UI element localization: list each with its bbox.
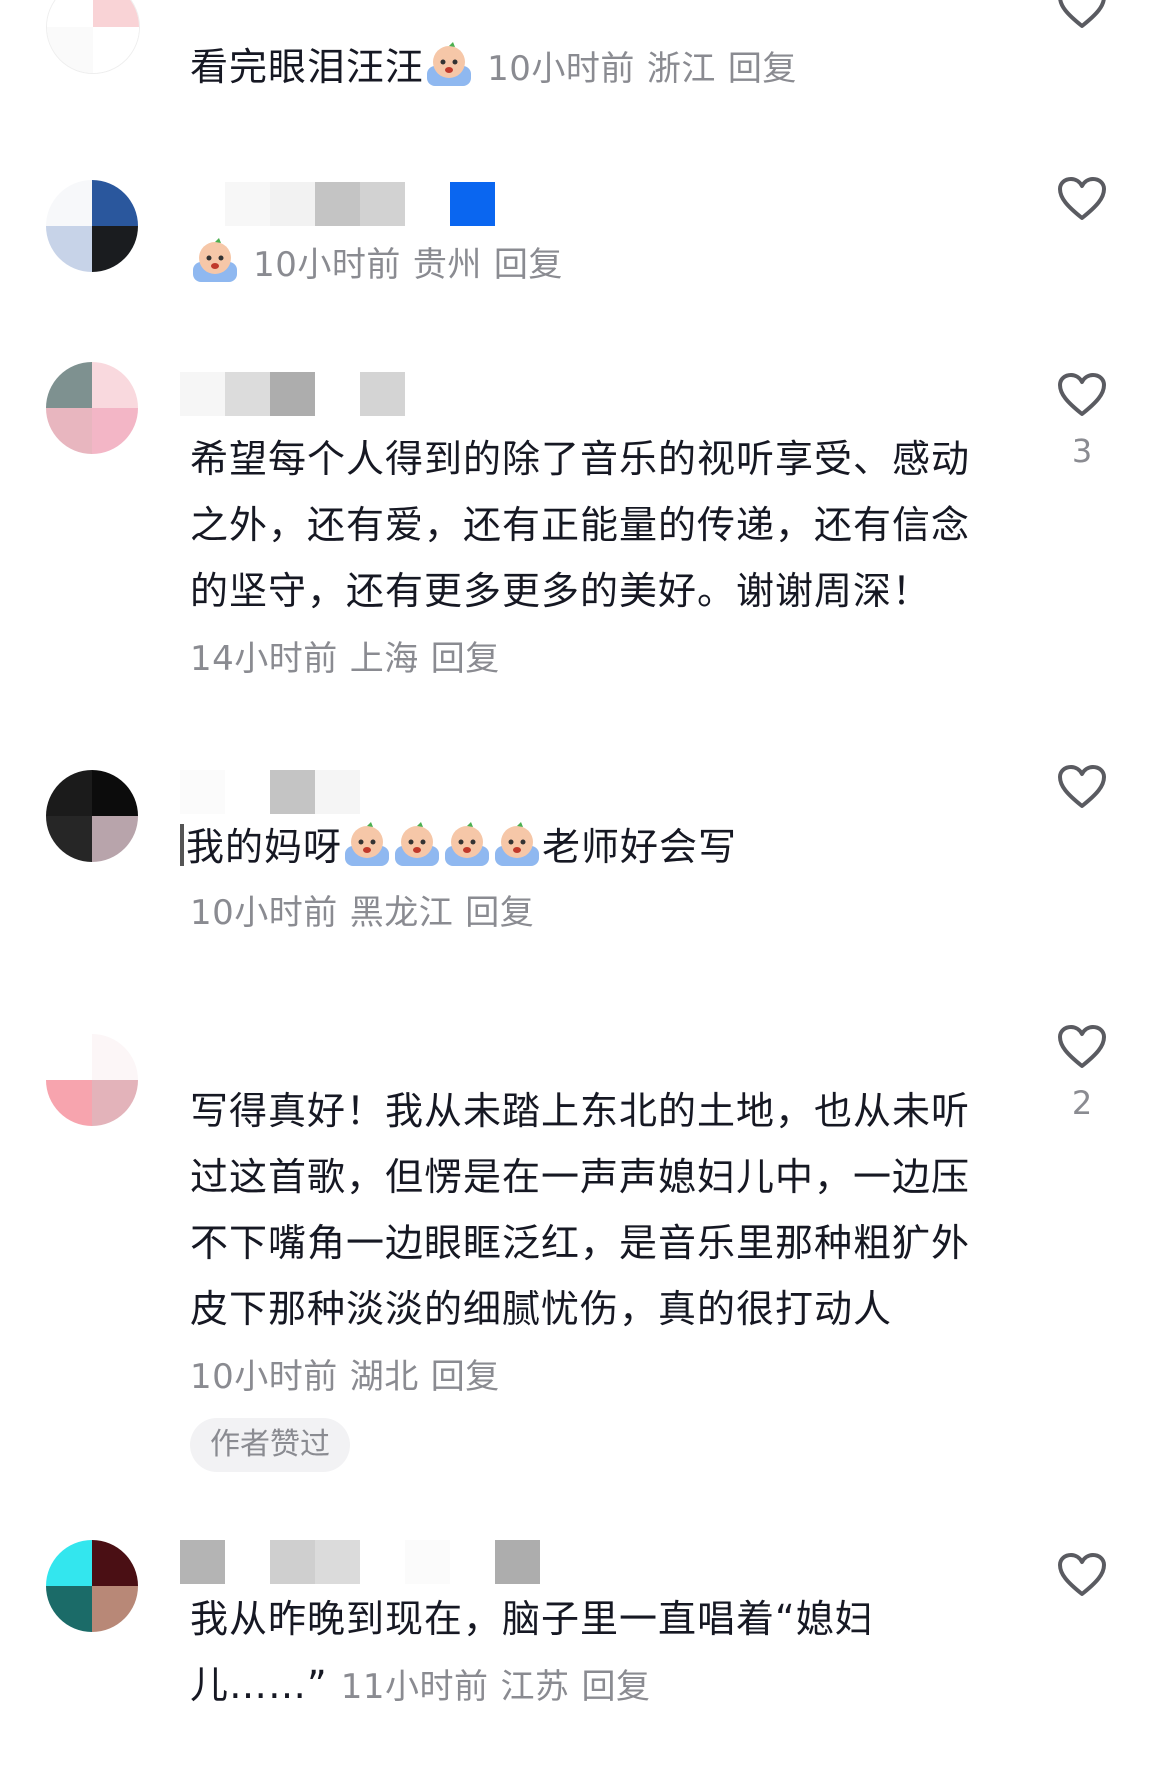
comment-time: 10小时前 [190,893,338,933]
crying-emoji-icon [191,236,239,284]
reply-button[interactable]: 回复 [431,1357,500,1397]
comment-body: 看完眼泪汪汪 [190,45,425,89]
comment-meta: 10小时前 浙江 回复 [487,49,797,89]
like-button[interactable]: 3 [1050,372,1114,470]
comment-location: 贵州 [412,245,482,285]
username-redacted[interactable] [180,1540,540,1584]
comment-text: 希望每个人得到的除了音乐的视听享受、感动之外，还有爱，还有正能量的传递，还有信念… [190,426,1005,692]
crying-emoji-icon [393,820,441,868]
avatar[interactable] [46,770,138,862]
username-redacted[interactable] [180,182,495,226]
crying-emoji-icon [443,820,491,868]
avatar[interactable] [46,180,138,272]
crying-emoji-icon [343,820,391,868]
heart-outline-icon [1058,373,1106,416]
username-redacted[interactable] [180,372,405,416]
comment-location: 江苏 [500,1667,570,1707]
comment-time: 10小时前 [190,1357,338,1397]
avatar[interactable] [46,0,140,74]
heart-outline-icon [1058,0,1106,28]
comment-location: 上海 [349,639,419,679]
like-button[interactable] [1050,176,1114,222]
like-button[interactable] [1050,0,1114,30]
comment-text: 看完眼泪汪汪 10小时前 浙江 回复 [190,34,1005,102]
comment-location: 浙江 [646,49,716,89]
like-button[interactable] [1050,764,1114,810]
comment-time: 10小时前 [253,245,401,285]
comment-body-start: 我的妈呀 [186,825,343,869]
comment-meta: 14小时前 上海 回复 [190,639,500,679]
comment-time: 10小时前 [487,49,635,89]
comment-text: 我的妈呀 老师好会写 10小时前 黑龙江 回复 [180,814,995,946]
heart-outline-icon [1058,765,1106,808]
crying-emoji-icon [425,40,473,88]
author-liked-badge: 作者赞过 [190,1418,350,1472]
heart-outline-icon [1058,1025,1106,1068]
comment-body: 写得真好！我从未踏上东北的土地，也从未听过这首歌，但愣是在一声声媳妇儿中，一边压… [190,1089,971,1331]
comment-body: 希望每个人得到的除了音乐的视听享受、感动之外，还有爱，还有正能量的传递，还有信念… [190,437,971,613]
like-count: 3 [1071,432,1093,470]
text-cursor [180,824,184,866]
reply-button[interactable]: 回复 [465,893,534,933]
comment-text: 写得真好！我从未踏上东北的土地，也从未听过这首歌，但愣是在一声声媳妇儿中，一边压… [190,1078,1005,1410]
comment-text: 我从昨晚到现在，脑子里一直唱着“媳妇儿……” 11小时前 江苏 回复 [190,1586,1005,1720]
avatar[interactable] [46,1034,138,1126]
comment-meta: 10小时前 贵州 回复 [253,245,563,285]
reply-button[interactable]: 回复 [494,245,563,285]
like-button[interactable]: 2 [1050,1024,1114,1122]
avatar[interactable] [46,362,138,454]
comment-meta: 11小时前 江苏 回复 [341,1667,651,1707]
comment-time: 14小时前 [190,639,338,679]
comment-meta: 10小时前 湖北 回复 [190,1357,500,1397]
comment-text: 10小时前 贵州 回复 [190,230,1005,298]
crying-emoji-icon [493,820,541,868]
comment-location: 湖北 [349,1357,419,1397]
reply-button[interactable]: 回复 [582,1667,651,1707]
comment-location: 黑龙江 [349,893,454,933]
comment-meta: 10小时前 黑龙江 回复 [180,880,995,946]
username-redacted[interactable] [180,770,360,814]
reply-button[interactable]: 回复 [431,639,500,679]
reply-button[interactable]: 回复 [728,49,797,89]
comment-body-end: 老师好会写 [542,825,738,869]
like-count: 2 [1071,1084,1093,1122]
comment-time: 11小时前 [340,1667,489,1707]
heart-outline-icon [1058,177,1106,220]
like-button[interactable] [1050,1552,1114,1598]
avatar[interactable] [46,1540,138,1632]
heart-outline-icon [1058,1553,1106,1596]
